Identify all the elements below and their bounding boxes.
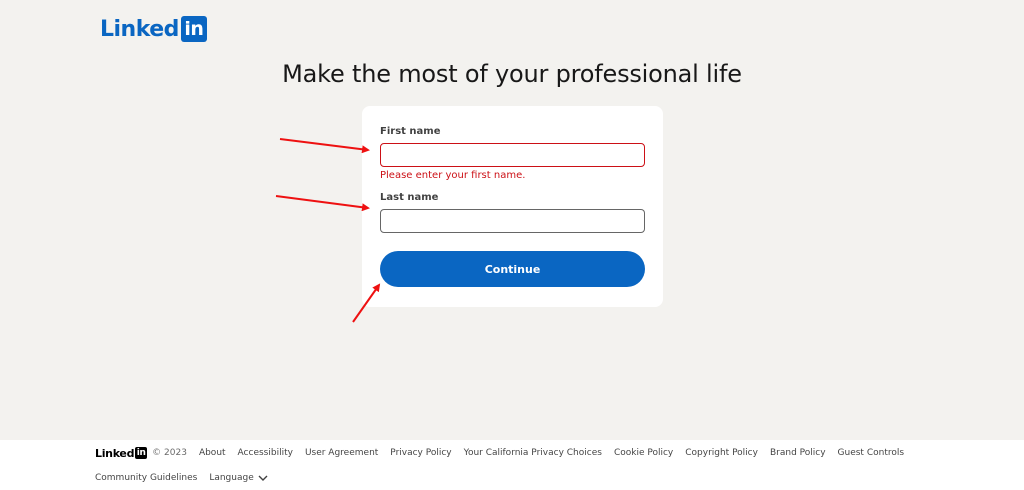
footer-link-community-guidelines[interactable]: Community Guidelines (95, 473, 197, 483)
footer-link-cookie-policy[interactable]: Cookie Policy (614, 448, 673, 458)
first-name-input[interactable] (380, 143, 645, 167)
first-name-group: First name Please enter your first name. (380, 126, 645, 181)
arrow-to-first-name (279, 138, 370, 154)
join-form-card: First name Please enter your first name.… (362, 106, 663, 307)
footer-link-user-agreement[interactable]: User Agreement (305, 448, 378, 458)
page-headline: Make the most of your professional life (282, 60, 742, 88)
language-label: Language (209, 473, 254, 483)
first-name-error: Please enter your first name. (380, 170, 526, 181)
last-name-input[interactable] (380, 209, 645, 233)
footer-link-copyright-policy[interactable]: Copyright Policy (685, 448, 758, 458)
language-selector[interactable]: Language (209, 473, 268, 483)
footer-row-2: Community Guidelines Language (95, 472, 1024, 484)
footer-link-california-privacy[interactable]: Your California Privacy Choices (464, 448, 602, 458)
footer-copyright: © 2023 (152, 448, 187, 458)
arrow-to-last-name (275, 195, 370, 212)
footer-logo: Linked in (95, 446, 148, 460)
footer-link-accessibility[interactable]: Accessibility (238, 448, 293, 458)
last-name-group: Last name (380, 192, 645, 233)
footer-link-about[interactable]: About (199, 448, 226, 458)
footer-link-guest-controls[interactable]: Guest Controls (838, 448, 905, 458)
footer-row-1: Linked in © 2023 About Accessibility User… (95, 446, 1024, 460)
continue-button[interactable]: Continue (380, 251, 645, 287)
footer-link-privacy-policy[interactable]: Privacy Policy (390, 448, 451, 458)
footer-logo-in-box: in (135, 447, 148, 459)
chevron-down-icon (258, 475, 268, 481)
footer-link-brand-policy[interactable]: Brand Policy (770, 448, 826, 458)
logo-in-box: in (180, 16, 207, 42)
linkedin-logo[interactable]: Linked in (100, 16, 207, 42)
first-name-label: First name (380, 126, 441, 137)
footer-logo-wordmark: Linked (95, 446, 135, 460)
last-name-label: Last name (380, 192, 439, 203)
logo-wordmark: Linked (100, 16, 179, 42)
page-footer: Linked in © 2023 About Accessibility User… (0, 440, 1024, 490)
